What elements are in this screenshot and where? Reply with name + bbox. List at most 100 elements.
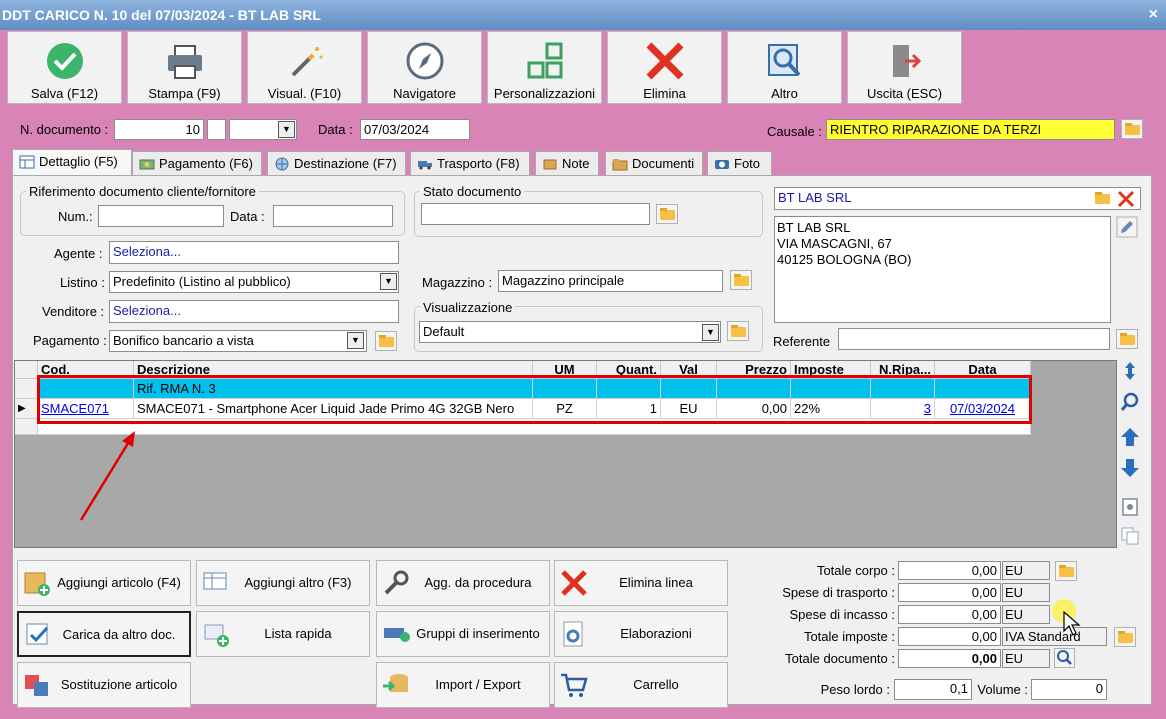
- edit-address-icon[interactable]: [1116, 216, 1138, 238]
- client-folder-icon[interactable]: [1092, 189, 1110, 207]
- red-x-icon: [561, 570, 587, 596]
- pagamento-select[interactable]: Bonifico bancario a vista: [109, 330, 367, 352]
- tab-dettaglio[interactable]: Dettaglio (F5): [12, 149, 132, 176]
- collection-cost-value[interactable]: 0,00: [898, 605, 1001, 624]
- zoom-total-icon[interactable]: [1054, 648, 1075, 668]
- tab-trasporto[interactable]: Trasporto (F8): [410, 151, 530, 176]
- other-button[interactable]: Altro: [727, 31, 842, 104]
- total-body-value: 0,00: [898, 561, 1001, 580]
- magic-wand-icon: [291, 47, 322, 77]
- tab-note[interactable]: Note: [535, 151, 599, 176]
- quick-list-icon: [204, 624, 229, 647]
- load-from-doc-button[interactable]: Carica da altro doc.: [17, 611, 191, 657]
- total-tax-unit[interactable]: IVA Standard: [1002, 627, 1107, 646]
- print-button[interactable]: Stampa (F9): [127, 31, 242, 104]
- row-indicator[interactable]: [15, 419, 38, 435]
- causale-folder-icon[interactable]: [1121, 119, 1143, 139]
- navigator-button[interactable]: Navigatore: [367, 31, 482, 104]
- tab-foto[interactable]: Foto: [707, 151, 772, 176]
- gross-weight-value[interactable]: 0,1: [894, 679, 972, 700]
- process-gear-icon: [563, 621, 583, 647]
- client-address-box: BT LAB SRL VIA MASCAGNI, 67 40125 BOLOGN…: [774, 216, 1111, 323]
- magazzino-input[interactable]: Magazzino principale: [498, 270, 723, 292]
- replace-article-button[interactable]: Sostituzione articolo: [17, 662, 191, 708]
- pagamento-folder-icon[interactable]: [375, 331, 397, 351]
- add-other-button[interactable]: Aggiungi altro (F3): [196, 560, 370, 606]
- total-body-folder-icon[interactable]: [1055, 561, 1077, 581]
- clear-client-icon[interactable]: [1117, 190, 1135, 208]
- tab-documenti[interactable]: Documenti: [605, 151, 703, 176]
- search-icon[interactable]: [1119, 391, 1141, 413]
- chevron-down-icon[interactable]: ▼: [278, 121, 295, 138]
- quick-list-button[interactable]: Lista rapida: [196, 611, 370, 657]
- listino-select[interactable]: Predefinito (Listino al pubblico): [109, 271, 399, 293]
- delete-line-button[interactable]: Elimina linea: [554, 560, 728, 606]
- chevron-down-icon[interactable]: ▼: [380, 273, 397, 290]
- ref-num-input[interactable]: [98, 205, 224, 227]
- grid-header-indicator: [15, 361, 38, 379]
- referente-folder-icon[interactable]: [1116, 329, 1138, 349]
- shipping-cost-value[interactable]: 0,00: [898, 583, 1001, 602]
- chevron-down-icon[interactable]: ▼: [702, 324, 719, 341]
- riferimento-title: Riferimento documento cliente/fornitore: [26, 184, 259, 199]
- ndoc-spinner[interactable]: [207, 119, 226, 140]
- tab-destinazione[interactable]: Destinazione (F7): [267, 151, 406, 176]
- stato-input[interactable]: [421, 203, 650, 225]
- add-from-procedure-button[interactable]: Agg. da procedura: [376, 560, 550, 606]
- table-icon: [19, 155, 35, 169]
- print-button-label: Stampa (F9): [148, 86, 221, 101]
- referente-input[interactable]: [838, 328, 1110, 350]
- printer-icon: [167, 45, 202, 79]
- client-name-field[interactable]: BT LAB SRL: [774, 187, 1141, 210]
- insert-groups-button[interactable]: Gruppi di inserimento: [376, 611, 550, 657]
- chevron-down-icon[interactable]: ▼: [347, 332, 364, 349]
- magazzino-label: Magazzino :: [422, 275, 493, 290]
- delete-button[interactable]: Elimina: [607, 31, 722, 104]
- agente-input[interactable]: Seleziona...: [109, 241, 399, 264]
- move-down-icon[interactable]: [1119, 457, 1141, 479]
- close-icon[interactable]: ×: [1149, 0, 1158, 30]
- ref-date-input[interactable]: [273, 205, 393, 227]
- causale-input[interactable]: RIENTRO RIPARAZIONE DA TERZI: [826, 119, 1115, 140]
- venditore-label: Venditore :: [42, 304, 105, 319]
- collection-cost-label: Spese di incasso :: [789, 607, 895, 622]
- customize-button[interactable]: Personalizzazioni: [487, 31, 602, 104]
- copy-lines-icon[interactable]: [1119, 525, 1141, 547]
- causale-label: Causale :: [767, 124, 822, 139]
- magazzino-folder-icon[interactable]: [730, 270, 752, 290]
- add-article-icon: [24, 572, 50, 596]
- total-body-label: Totale corpo :: [816, 563, 895, 578]
- listino-label: Listino :: [60, 275, 105, 290]
- date-input[interactable]: 07/03/2024: [360, 119, 470, 140]
- volume-value[interactable]: 0: [1031, 679, 1107, 700]
- stato-folder-icon[interactable]: [656, 204, 678, 224]
- cart-button[interactable]: Carrello: [554, 662, 728, 708]
- collection-cost-unit: EU: [1002, 605, 1050, 624]
- volume-label: Volume :: [977, 682, 1028, 697]
- venditore-input[interactable]: Seleziona...: [109, 300, 399, 323]
- processing-button[interactable]: Elaborazioni: [554, 611, 728, 657]
- ndoc-input[interactable]: 10: [114, 119, 204, 140]
- add-article-button[interactable]: Aggiungi articolo (F4): [17, 560, 191, 606]
- import-export-button[interactable]: Import / Export: [376, 662, 550, 708]
- tab-pagamento[interactable]: Pagamento (F6): [132, 151, 262, 176]
- check-circle-icon: [46, 43, 83, 79]
- row-indicator[interactable]: [15, 379, 38, 399]
- visualizzazione-select[interactable]: Default: [419, 321, 721, 343]
- save-button[interactable]: Salva (F12): [7, 31, 122, 104]
- move-up-icon[interactable]: [1119, 426, 1141, 448]
- row-pointer-icon[interactable]: ▶: [15, 399, 38, 419]
- total-document-unit: EU: [1002, 649, 1050, 668]
- total-tax-folder-icon[interactable]: [1114, 627, 1136, 647]
- duplicate-line-icon[interactable]: [1119, 496, 1141, 518]
- preview-button[interactable]: Visual. (F10): [247, 31, 362, 104]
- load-doc-icon: [26, 623, 49, 645]
- compass-icon: [406, 42, 443, 80]
- delete-button-label: Elimina: [643, 86, 686, 101]
- customize-button-label: Personalizzazioni: [493, 86, 596, 101]
- sort-updown-icon[interactable]: [1119, 360, 1141, 382]
- total-document-label: Totale documento :: [785, 651, 895, 666]
- exit-button[interactable]: Uscita (ESC): [847, 31, 962, 104]
- visualizzazione-folder-icon[interactable]: [727, 321, 749, 341]
- visualizzazione-title: Visualizzazione: [420, 300, 516, 315]
